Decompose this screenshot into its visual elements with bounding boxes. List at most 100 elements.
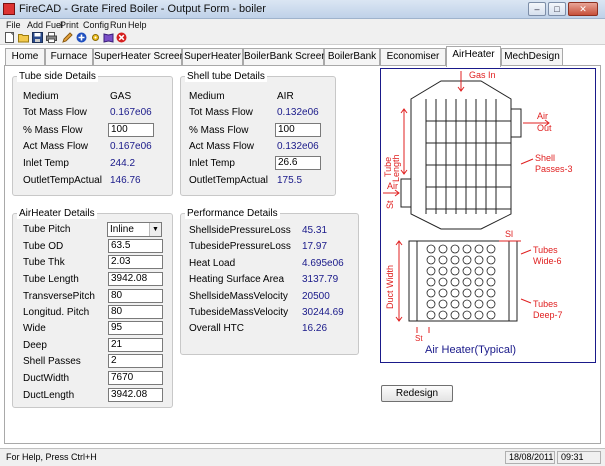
book-icon[interactable] (103, 32, 114, 43)
length-label: Length (391, 154, 401, 182)
menu-file[interactable]: File (6, 19, 21, 31)
shell-tot-mass-flow-value: 0.132e06 (277, 107, 319, 118)
shell-passes-input[interactable]: 2 (108, 354, 163, 368)
shellside-mass-velocity-label: ShellsideMassVelocity (189, 291, 288, 302)
save-icon[interactable] (32, 32, 43, 43)
duct-width-input[interactable]: 7670 (108, 371, 163, 385)
tube-medium-value: GAS (110, 91, 132, 102)
tube-tot-mass-flow-label: Tot Mass Flow (23, 107, 87, 118)
shellside-mass-velocity-value: 20500 (302, 291, 330, 302)
shell-act-mass-flow-value: 0.132e06 (277, 141, 319, 152)
shell-outlet-temp-value: 175.5 (277, 175, 303, 186)
title-bar: FireCAD - Grate Fired Boiler - Output Fo… (0, 0, 605, 19)
tube-pitch-select[interactable]: Inline ▼ (107, 222, 162, 237)
tube-bank (426, 244, 496, 320)
heat-load-value: 4.695e06 (302, 258, 344, 269)
shell-medium-label: Medium (189, 91, 225, 102)
st-left-label: St (385, 200, 395, 209)
shell-pct-mass-flow-input[interactable]: 100 (275, 123, 321, 137)
close-button[interactable]: ✕ (568, 2, 598, 16)
shell-act-mass-flow-label: Act Mass Flow (189, 141, 255, 152)
longitud-pitch-label: Longitud. Pitch (23, 307, 90, 318)
tubes-deep-label: Tubes (533, 299, 558, 309)
deep-label: Deep (23, 340, 47, 351)
tab-home[interactable]: Home (5, 48, 45, 66)
shell-pct-mass-flow-label: % Mass Flow (189, 125, 249, 136)
duct-width-label: DuctWidth (23, 373, 70, 384)
tab-superheater[interactable]: SuperHeater (182, 48, 243, 66)
menu-config[interactable]: Config (83, 19, 109, 31)
menu-bar: File Add Fuel Print Config Run Help (0, 19, 605, 31)
tube-inlet-temp-label: Inlet Temp (23, 158, 69, 169)
shell-tot-mass-flow-label: Tot Mass Flow (189, 107, 253, 118)
tube-pct-mass-flow-input[interactable]: 100 (108, 123, 154, 137)
maximize-button[interactable]: □ (548, 2, 566, 16)
wide-input[interactable]: 95 (108, 321, 163, 335)
tab-airheater[interactable]: AirHeater (446, 46, 501, 67)
air-in-label: Air (387, 181, 398, 191)
tubes-deep-count-label: Deep-7 (533, 310, 563, 320)
tab-mechdesign[interactable]: MechDesign (501, 48, 563, 66)
window-title: FireCAD - Grate Fired Boiler - Output Fo… (19, 3, 266, 15)
tubeside-mass-velocity-value: 30244.69 (302, 307, 344, 318)
tube-thk-input[interactable]: 2.03 (108, 255, 163, 269)
airheater-diagram-drawing: Gas In Air Out Tube Length Shell Passes-… (383, 70, 573, 356)
transverse-pitch-input[interactable]: 80 (108, 289, 163, 303)
heating-surface-area-value: 3137.79 (302, 274, 339, 285)
print-icon[interactable] (46, 32, 57, 43)
tab-furnace[interactable]: Furnace (45, 48, 93, 66)
tube-outlet-temp-value: 146.76 (110, 175, 141, 186)
menu-add-fuel[interactable]: Add Fuel (27, 19, 63, 31)
status-date: 18/08/2011 (505, 451, 555, 464)
tab-boilerbank-screen[interactable]: BoilerBank Screen (243, 48, 327, 66)
gas-in-label: Gas In (469, 70, 496, 80)
status-bar: For Help, Press Ctrl+H 18/08/2011 09:31 (0, 448, 605, 466)
menu-print[interactable]: Print (60, 19, 79, 31)
tube-od-label: Tube OD (23, 241, 64, 252)
deep-input[interactable]: 21 (108, 338, 163, 352)
duct-length-label: DuctLength (23, 390, 75, 401)
redesign-button[interactable]: Redesign (381, 385, 453, 402)
tube-od-input[interactable]: 63.5 (108, 239, 163, 253)
wide-label: Wide (23, 323, 46, 334)
tab-superheater-screen[interactable]: SuperHeater Screen (93, 48, 185, 66)
tab-economiser[interactable]: Economiser (380, 48, 446, 66)
chevron-down-icon[interactable]: ▼ (149, 223, 161, 236)
settings-icon[interactable] (90, 32, 101, 43)
tube-pitch-selected: Inline (110, 224, 134, 235)
shell-medium-value: AIR (277, 91, 294, 102)
shell-inlet-temp-input[interactable]: 26.6 (275, 156, 321, 170)
tubeside-mass-velocity-label: TubesideMassVelocity (189, 307, 289, 318)
shellside-pressure-loss-value: 45.31 (302, 225, 328, 236)
new-file-icon[interactable] (4, 32, 15, 43)
stop-icon[interactable] (116, 32, 127, 43)
shell-passes-diagram-label: Passes-3 (535, 164, 573, 174)
open-folder-icon[interactable] (18, 32, 29, 43)
tubes-wide-count-label: Wide-6 (533, 256, 562, 266)
diagram-caption: Air Heater(Typical) (425, 344, 516, 356)
status-time: 09:31 (557, 451, 601, 464)
heat-load-label: Heat Load (189, 258, 236, 269)
tube-length-input[interactable]: 3942.08 (108, 272, 163, 286)
shell-label: Shell (535, 153, 555, 163)
airheater-diagram: Gas In Air Out Tube Length Shell Passes-… (380, 68, 596, 363)
tubeside-pressure-loss-value: 17.97 (302, 241, 328, 252)
edit-icon[interactable] (62, 32, 73, 43)
add-icon[interactable] (76, 32, 87, 43)
tube-medium-label: Medium (23, 91, 59, 102)
tube-act-mass-flow-value: 0.167e06 (110, 141, 152, 152)
tube-thk-label: Tube Thk (23, 257, 65, 268)
shell-passes-label: Shell Passes (23, 356, 81, 367)
st-bottom-label: St (415, 334, 423, 343)
menu-help[interactable]: Help (128, 19, 147, 31)
overall-htc-label: Overall HTC (189, 323, 245, 334)
tab-boilerbank[interactable]: BoilerBank (324, 48, 380, 66)
sl-label: Sl (505, 229, 513, 239)
tube-side-title: Tube side Details (17, 71, 98, 82)
menu-run[interactable]: Run (110, 19, 127, 31)
tube-inlet-temp-value: 244.2 (110, 158, 136, 169)
duct-length-input[interactable]: 3942.08 (108, 388, 163, 402)
minimize-button[interactable]: – (528, 2, 546, 16)
longitud-pitch-input[interactable]: 80 (108, 305, 163, 319)
tab-strip: Home Furnace SuperHeater Screen SuperHea… (0, 46, 605, 67)
